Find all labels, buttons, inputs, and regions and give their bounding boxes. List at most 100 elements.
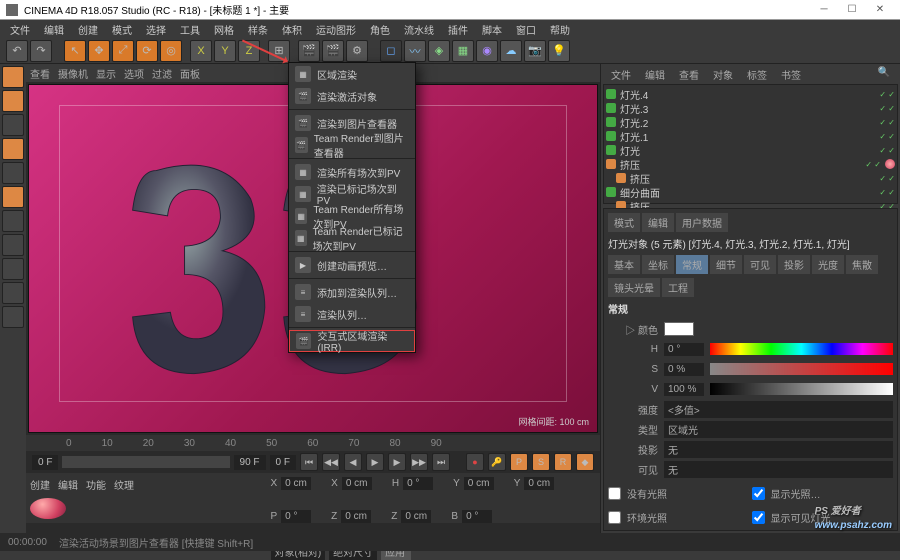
v-value[interactable]: 100 % [664, 383, 704, 396]
menu-window[interactable]: 窗口 [510, 20, 542, 39]
ptab-file[interactable]: 文件 [605, 66, 637, 80]
atab-caustics[interactable]: 焦散 [846, 255, 878, 274]
ptab-object[interactable]: 对象 [707, 66, 739, 80]
mat-tab-edit[interactable]: 编辑 [58, 477, 78, 492]
mat-tab-create[interactable]: 创建 [30, 477, 50, 492]
tl-next-key[interactable]: ▶▶ [410, 453, 428, 471]
nurbs-button[interactable]: ◈ [428, 40, 450, 62]
chk-ambient[interactable] [608, 511, 621, 524]
search-icon[interactable]: 🔍 [872, 66, 896, 80]
ptab-view[interactable]: 查看 [673, 66, 705, 80]
vtab-display[interactable]: 显示 [96, 66, 116, 81]
tl-autokey[interactable]: 🔑 [488, 453, 506, 471]
ctx-tr-marked[interactable]: ▦Team Render已标记场次到PV [289, 227, 415, 249]
ctx-render-queue[interactable]: ≡渲染队列… [289, 303, 415, 325]
chk-showvis[interactable] [752, 511, 765, 524]
points-mode[interactable] [2, 138, 24, 160]
lastused-tool[interactable]: ◎ [160, 40, 182, 62]
menu-file[interactable]: 文件 [4, 20, 36, 39]
tl-start[interactable]: 0 F [32, 455, 58, 470]
tl-last[interactable]: ⏭ [432, 453, 450, 471]
tl-end[interactable]: 90 F [234, 455, 266, 470]
move-tool[interactable]: ✥ [88, 40, 110, 62]
scale-tool[interactable]: ⤢ [112, 40, 134, 62]
render-view-button[interactable]: 🎬 [298, 40, 320, 62]
rotate-tool[interactable]: ⟳ [136, 40, 158, 62]
intensity-value[interactable]: <多值> [664, 401, 893, 418]
ptab-tags[interactable]: 标签 [741, 66, 773, 80]
rot-h[interactable]: 0 ° [403, 477, 433, 490]
chk-nolight[interactable] [608, 487, 621, 500]
atab-lens[interactable]: 镜头光晕 [608, 278, 660, 297]
timeline-ruler[interactable]: 0102030405060708090 [26, 435, 600, 451]
hue-slider[interactable] [710, 343, 893, 355]
render-settings-button[interactable]: ⚙ [346, 40, 368, 62]
size-z[interactable]: 0 cm [401, 510, 431, 523]
atab-detail[interactable]: 细节 [710, 255, 742, 274]
mat-tab-tex[interactable]: 纹理 [114, 477, 134, 492]
ctx-region-render[interactable]: ▦区域渲染 [289, 63, 415, 85]
workplane-toggle[interactable] [2, 282, 24, 304]
deformer-button[interactable]: ◉ [476, 40, 498, 62]
s-value[interactable]: 0 % [664, 363, 704, 376]
tl-prev-key[interactable]: ◀◀ [322, 453, 340, 471]
undo-button[interactable]: ↶ [6, 40, 28, 62]
menu-volume[interactable]: 体积 [276, 20, 308, 39]
tl-param-key[interactable]: ◆ [576, 453, 594, 471]
atab-shadow[interactable]: 投影 [778, 255, 810, 274]
coord-x[interactable]: 0 cm [281, 477, 311, 490]
menu-edit[interactable]: 编辑 [38, 20, 70, 39]
primitive-button[interactable]: ◻ [380, 40, 402, 62]
atab-proj[interactable]: 工程 [662, 278, 694, 297]
menu-mograph[interactable]: 运动图形 [310, 20, 362, 39]
atab-visible[interactable]: 可见 [744, 255, 776, 274]
axis-y-toggle[interactable]: Y [214, 40, 236, 62]
render-pv-button[interactable]: 🎬 [322, 40, 344, 62]
light-button[interactable]: 💡 [548, 40, 570, 62]
coord-y[interactable]: 0 cm [464, 477, 494, 490]
material-preview[interactable] [30, 498, 66, 519]
environment-button[interactable]: ☁ [500, 40, 522, 62]
menu-plugins[interactable]: 插件 [442, 20, 474, 39]
vtab-camera[interactable]: 摄像机 [58, 66, 88, 81]
locked-toggle[interactable] [2, 306, 24, 328]
edges-mode[interactable] [2, 162, 24, 184]
ctx-render-active[interactable]: 🎬渲染激活对象 [289, 85, 415, 107]
menu-pipeline[interactable]: 流水线 [398, 20, 440, 39]
atab-mode[interactable]: 模式 [608, 213, 640, 232]
sat-slider[interactable] [710, 363, 893, 375]
atab-general[interactable]: 常规 [676, 255, 708, 274]
axis-x-toggle[interactable]: X [190, 40, 212, 62]
tl-first[interactable]: ⏮ [300, 453, 318, 471]
ctx-render-takes[interactable]: ▦渲染所有场次到PV [289, 161, 415, 183]
color-label[interactable]: ▷ 颜色 [608, 322, 658, 337]
maximize-button[interactable]: ☐ [838, 1, 866, 19]
rot-p[interactable]: 0 ° [281, 510, 311, 523]
polygons-mode[interactable] [2, 186, 24, 208]
redo-button[interactable]: ↷ [30, 40, 52, 62]
ctx-make-preview[interactable]: ▶创建动画预览… [289, 254, 415, 276]
object-manager[interactable]: 灯光.4✓ ✓ 灯光.3✓ ✓ 灯光.2✓ ✓ 灯光.1✓ ✓ 灯光✓ ✓ 挤压… [603, 84, 898, 204]
camera-button[interactable]: 📷 [524, 40, 546, 62]
minimize-button[interactable]: ─ [810, 1, 838, 19]
rot-b[interactable]: 0 ° [462, 510, 492, 523]
vtab-view[interactable]: 查看 [30, 66, 50, 81]
menu-mode[interactable]: 模式 [106, 20, 138, 39]
menu-tools[interactable]: 工具 [174, 20, 206, 39]
menu-script[interactable]: 脚本 [476, 20, 508, 39]
vtab-options[interactable]: 选项 [124, 66, 144, 81]
menu-character[interactable]: 角色 [364, 20, 396, 39]
ptab-edit[interactable]: 编辑 [639, 66, 671, 80]
menu-create[interactable]: 创建 [72, 20, 104, 39]
atab-coord[interactable]: 坐标 [642, 255, 674, 274]
coord-z[interactable]: 0 cm [341, 510, 371, 523]
ctx-irr[interactable]: 🎬交互式区域渲染(IRR) [289, 330, 415, 352]
tl-next[interactable]: ▶ [388, 453, 406, 471]
menu-select[interactable]: 选择 [140, 20, 172, 39]
shadow-value[interactable]: 无 [664, 441, 893, 458]
menu-mesh[interactable]: 网格 [208, 20, 240, 39]
tl-pos-key[interactable]: P [510, 453, 528, 471]
atab-user[interactable]: 用户数据 [676, 213, 728, 232]
chk-showlight[interactable] [752, 487, 765, 500]
size-x[interactable]: 0 cm [342, 477, 372, 490]
